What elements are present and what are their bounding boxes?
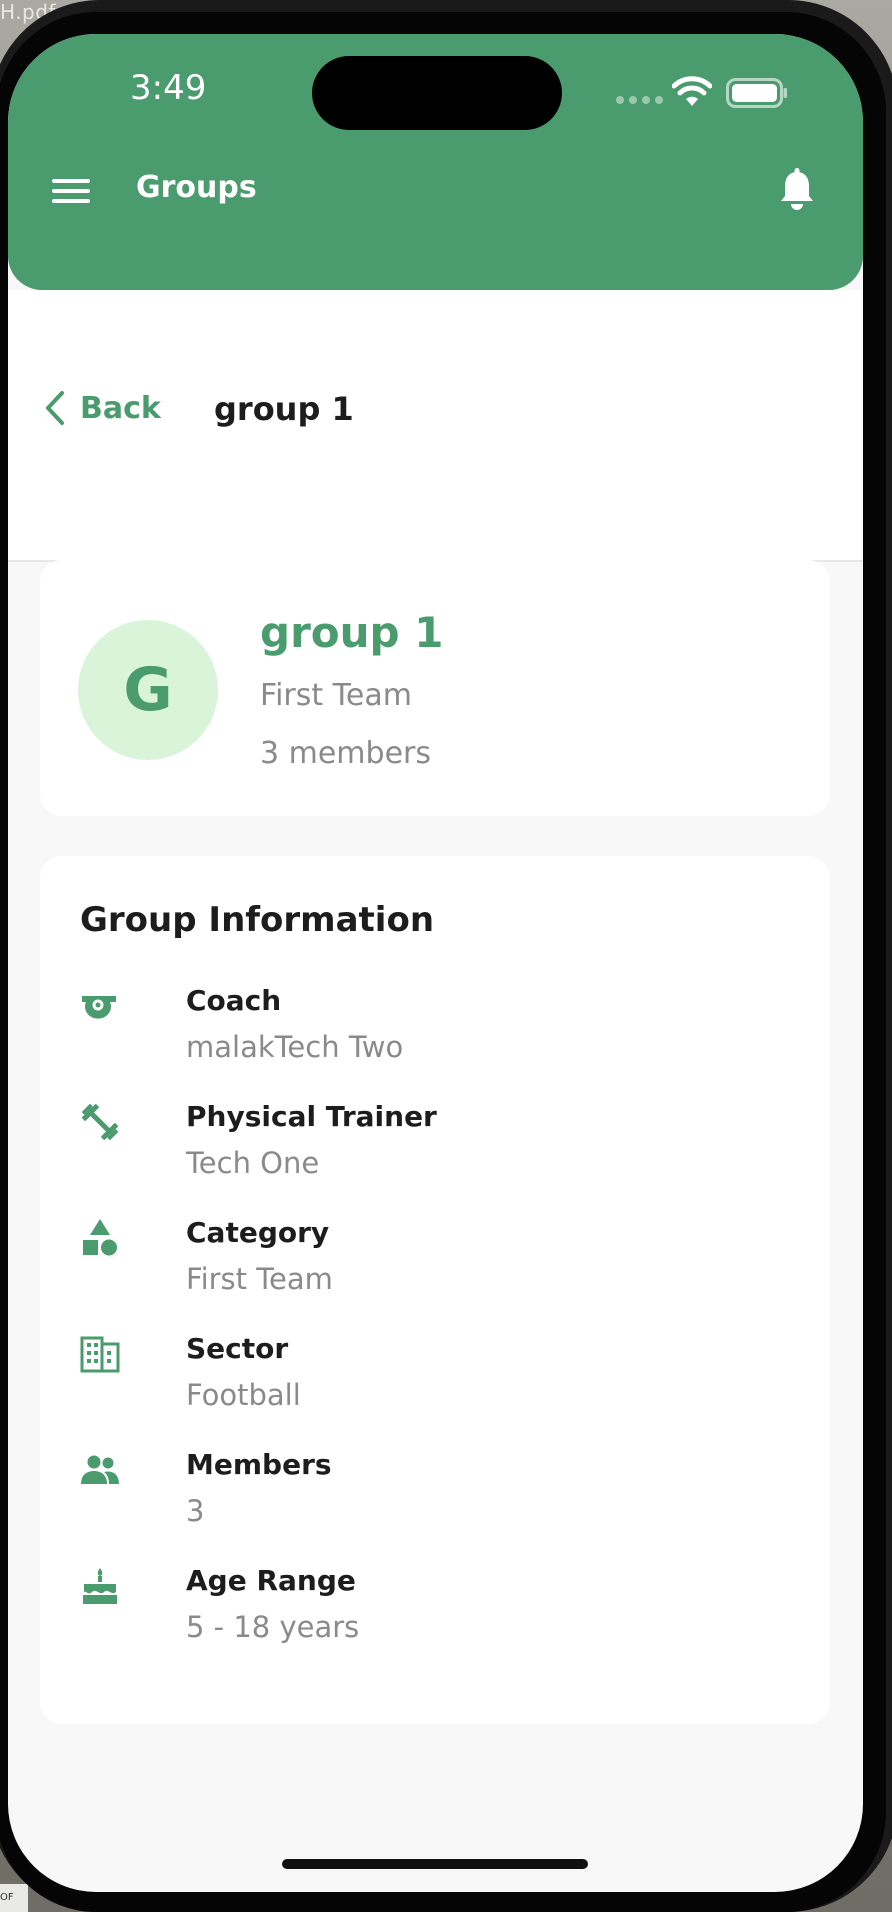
phone-screen: 3:49 Groups Back group 1 G group 1 First…: [8, 34, 863, 1892]
page-title: Groups: [136, 170, 257, 205]
people-icon: [81, 1455, 119, 1484]
info-row-members: Members 3: [80, 1448, 780, 1550]
info-value: 3: [186, 1494, 205, 1528]
hamburger-menu-icon[interactable]: [52, 176, 92, 206]
group-avatar: G: [78, 620, 218, 760]
back-button[interactable]: Back: [44, 390, 161, 426]
avatar-letter: G: [123, 655, 173, 725]
group-detail-title: group 1: [214, 390, 354, 428]
dynamic-island: [312, 56, 562, 130]
group-summary-card: G group 1 First Team 3 members: [40, 560, 830, 816]
section-title: Group Information: [80, 900, 435, 940]
battery-icon: [726, 78, 787, 108]
info-label: Members: [186, 1448, 332, 1481]
group-category: First Team: [260, 678, 412, 713]
category-shapes-icon: [83, 1219, 117, 1256]
info-label: Physical Trainer: [186, 1100, 437, 1133]
info-row-age-range: Age Range 5 - 18 years: [80, 1564, 780, 1666]
info-label: Age Range: [186, 1564, 356, 1597]
info-value: Tech One: [186, 1146, 320, 1180]
info-value: First Team: [186, 1262, 333, 1296]
info-value: 5 - 18 years: [186, 1610, 360, 1644]
status-time: 3:49: [130, 68, 207, 108]
dumbbell-icon: [82, 1104, 118, 1140]
group-information-card: Group Information Coach malakTech Two Ph…: [40, 856, 830, 1724]
group-name: group 1: [260, 608, 444, 657]
cake-icon: [83, 1568, 117, 1604]
info-value: Football: [186, 1378, 301, 1412]
info-label: Category: [186, 1216, 330, 1249]
cellular-signal-icon: [616, 96, 663, 104]
app-header: 3:49 Groups: [8, 34, 863, 290]
info-label: Sector: [186, 1332, 289, 1365]
notification-bell-icon[interactable]: [778, 168, 816, 212]
info-row-coach: Coach malakTech Two: [80, 984, 780, 1086]
group-member-count: 3 members: [260, 736, 431, 771]
wifi-icon: [672, 76, 712, 106]
back-button-label: Back: [80, 390, 161, 426]
info-value: malakTech Two: [186, 1030, 404, 1064]
info-row-sector: Sector Football: [80, 1332, 780, 1434]
chevron-left-icon: [46, 391, 64, 425]
background-file-label-bottom: OF: [0, 1884, 28, 1912]
info-row-physical-trainer: Physical Trainer Tech One: [80, 1100, 780, 1202]
whistle-icon: [82, 996, 116, 1019]
info-label: Coach: [186, 984, 282, 1017]
info-row-category: Category First Team: [80, 1216, 780, 1318]
building-icon: [80, 1336, 120, 1373]
sub-navigation-bar: Back group 1: [8, 290, 863, 562]
home-indicator[interactable]: [282, 1859, 588, 1869]
